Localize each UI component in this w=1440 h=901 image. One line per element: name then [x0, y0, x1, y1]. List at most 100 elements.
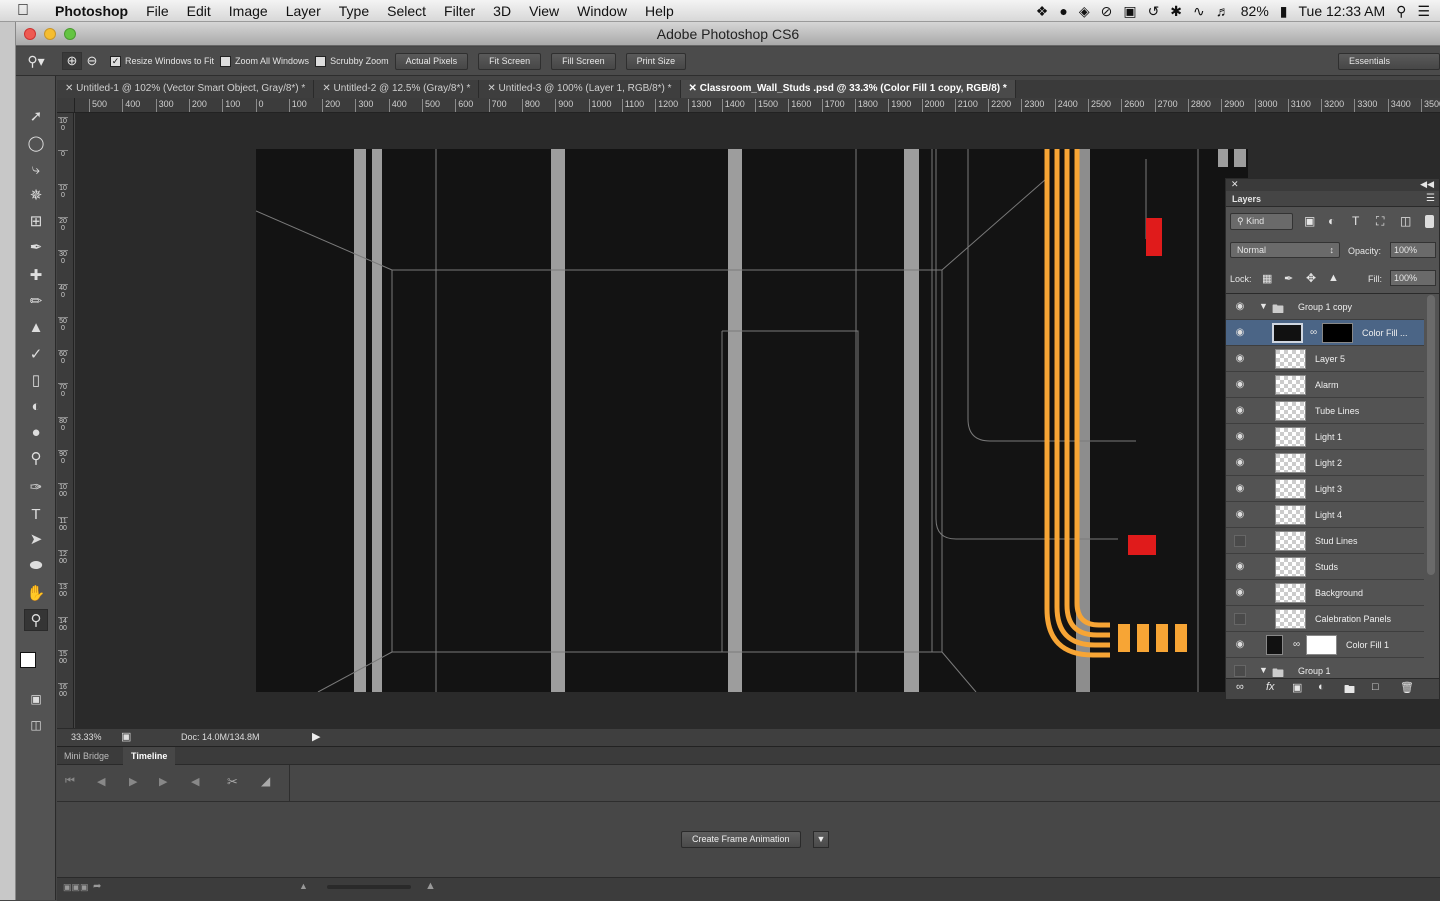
screen-mode-icon[interactable]: ◫ [24, 714, 48, 736]
next-frame-icon[interactable]: ▶ [159, 775, 167, 788]
dropbox-icon[interactable]: ❖ [1036, 3, 1049, 20]
eraser-tool-icon[interactable]: ▯ [24, 370, 48, 392]
hand-tool-icon[interactable]: ✋ [24, 583, 48, 605]
lock-position-icon[interactable]: ✥ [1306, 271, 1316, 285]
visibility-eye-icon[interactable]: ◉ [1234, 353, 1246, 365]
add-mask-icon[interactable]: ▣ [1292, 681, 1302, 694]
dodge-tool-icon[interactable]: ⚲ [24, 448, 48, 470]
visibility-eye-icon[interactable]: ◉ [1234, 379, 1246, 391]
visibility-eye-icon[interactable]: ◉ [1234, 327, 1246, 339]
link-layers-icon[interactable]: ∞ [1236, 681, 1244, 693]
time-machine-icon[interactable]: ↺ [1148, 3, 1160, 20]
animation-type-dropdown[interactable]: ▼ [813, 831, 829, 848]
layer-row[interactable]: ◉ Light 3 [1226, 476, 1424, 502]
visibility-off-box[interactable]: ◉ [1234, 665, 1246, 677]
split-icon[interactable]: ✂ [227, 774, 238, 790]
new-adjustment-icon[interactable]: ◐ [1318, 681, 1325, 693]
audio-icon[interactable]: ◀ [191, 775, 199, 788]
apple-icon[interactable]:  [0, 2, 46, 20]
layer-row[interactable]: ◉ ∞ Color Fill 1 [1226, 632, 1424, 658]
menu-image[interactable]: Image [220, 3, 277, 19]
zoom-tool-active-icon[interactable]: ⚲ [24, 609, 48, 631]
eyedropper-tool-icon[interactable]: ✒ [24, 237, 48, 259]
visibility-eye-icon[interactable]: ◉ [1234, 431, 1246, 443]
layer-row[interactable]: ◉ ∞ Color Fill ... [1226, 320, 1424, 346]
tab-close-icon[interactable]: ✕ [65, 83, 76, 94]
layer-row[interactable]: ◉ Calebration Panels [1226, 606, 1424, 632]
menu-view[interactable]: View [520, 3, 568, 19]
tab-timeline[interactable]: Timeline [123, 747, 176, 765]
blend-mode-dropdown[interactable]: Normal ↕ [1230, 242, 1340, 258]
zoom-window-button[interactable] [64, 28, 76, 40]
transition-icon[interactable]: ◢ [261, 774, 270, 788]
zoom-out-icon[interactable]: ⊖ [82, 53, 102, 69]
status-info-icon[interactable]: ▣ [121, 730, 131, 743]
stamp-tool-icon[interactable]: ▲ [24, 317, 48, 339]
layer-row[interactable]: ◉ Background [1226, 580, 1424, 606]
new-group-icon[interactable]: 🖿 [1344, 681, 1355, 700]
zoom-tool-icon[interactable]: ⚲▾ [16, 53, 56, 70]
blur-tool-icon[interactable]: ● [24, 422, 48, 444]
document-canvas[interactable] [256, 149, 1248, 692]
brush-tool-icon[interactable]: ✏ [24, 291, 48, 313]
menu-filter[interactable]: Filter [435, 3, 484, 19]
group-expand-icon[interactable]: ▼ [1259, 301, 1268, 311]
paint-bucket-icon[interactable]: ◐ [24, 396, 48, 418]
layer-row[interactable]: ◉ Alarm [1226, 372, 1424, 398]
layers-scrollbar[interactable] [1427, 295, 1435, 575]
quick-select-tool-icon[interactable]: ✵ [24, 185, 48, 207]
filter-shape-icon[interactable]: ⛶ [1376, 214, 1384, 229]
panel-menu-icon[interactable]: ☰ [1426, 193, 1435, 204]
bluetooth-icon[interactable]: ✱ [1170, 3, 1182, 20]
menu-file[interactable]: File [137, 3, 178, 19]
menu-select[interactable]: Select [378, 3, 435, 19]
lasso-tool-icon[interactable]: ⤷ [24, 159, 48, 181]
render-icon[interactable]: ➦ [93, 881, 101, 892]
filter-adjustment-icon[interactable]: ◐ [1328, 214, 1335, 228]
menu-3d[interactable]: 3D [484, 3, 520, 19]
shape-tool-icon[interactable]: ⬬ [24, 555, 48, 577]
layer-row[interactable]: ◉ ▼ 🖿 Group 1 [1226, 658, 1424, 678]
layer-row[interactable]: ◉ Tube Lines [1226, 398, 1424, 424]
fill-field[interactable]: 100% [1390, 270, 1436, 286]
visibility-eye-icon[interactable]: ◉ [1234, 561, 1246, 573]
tab-close-icon[interactable]: ✕ [322, 83, 333, 94]
tab-close-icon[interactable]: ✕ [487, 83, 498, 94]
tab-untitled-3[interactable]: ✕ Untitled-3 @ 100% (Layer 1, RGB/8*) * [479, 80, 681, 98]
opacity-field[interactable]: 100% [1390, 242, 1436, 258]
panel-close-icon[interactable]: ✕ [1231, 179, 1239, 190]
print-size-button[interactable]: Print Size [625, 52, 687, 70]
visibility-eye-icon[interactable]: ◉ [1234, 301, 1246, 313]
fx-icon[interactable]: fx [1266, 681, 1275, 693]
volume-icon[interactable]: ♬ [1216, 3, 1230, 19]
quick-mask-icon[interactable]: ▣ [24, 688, 48, 710]
play-icon[interactable]: ▶ [129, 775, 137, 788]
menu-type[interactable]: Type [330, 3, 378, 19]
lock-all-icon[interactable]: ▲ [1328, 272, 1339, 284]
notification-center-icon[interactable]: ☰ [1417, 3, 1430, 20]
create-frame-animation-button[interactable]: Create Frame Animation [681, 831, 801, 848]
healing-brush-icon[interactable]: ✚ [24, 265, 48, 287]
spotlight-icon[interactable]: ⚲ [1396, 3, 1406, 20]
filter-pixel-icon[interactable]: ▣ [1304, 214, 1315, 228]
zoom-in-icon[interactable]: ⊕ [62, 52, 82, 70]
new-layer-icon[interactable]: □ [1372, 681, 1379, 693]
layers-tab[interactable]: Layers [1232, 194, 1261, 204]
filter-type-icon[interactable]: T [1352, 214, 1359, 228]
scrubby-zoom-checkbox[interactable] [315, 55, 327, 67]
visibility-off-box[interactable]: ◉ [1234, 535, 1246, 547]
filter-smart-object-icon[interactable]: ◫ [1400, 214, 1411, 228]
zoom-in-timeline-icon[interactable]: ▲ [425, 880, 436, 892]
layer-row[interactable]: ◉ Light 1 [1226, 424, 1424, 450]
menu-edit[interactable]: Edit [178, 3, 220, 19]
actual-pixels-button[interactable]: Actual Pixels [394, 52, 469, 70]
timeline-zoom-slider[interactable] [327, 885, 411, 889]
ruler-origin[interactable] [57, 98, 75, 113]
crop-tool-icon[interactable]: ⊞ [24, 211, 48, 233]
zoom-all-checkbox[interactable] [220, 55, 232, 67]
fit-screen-button[interactable]: Fit Screen [478, 52, 542, 70]
minimize-window-button[interactable] [44, 28, 56, 40]
foreground-color-swatch[interactable] [20, 652, 36, 668]
link-icon[interactable]: ∞ [1310, 327, 1317, 338]
convert-frames-icon[interactable]: ▣▣▣ [63, 882, 89, 893]
